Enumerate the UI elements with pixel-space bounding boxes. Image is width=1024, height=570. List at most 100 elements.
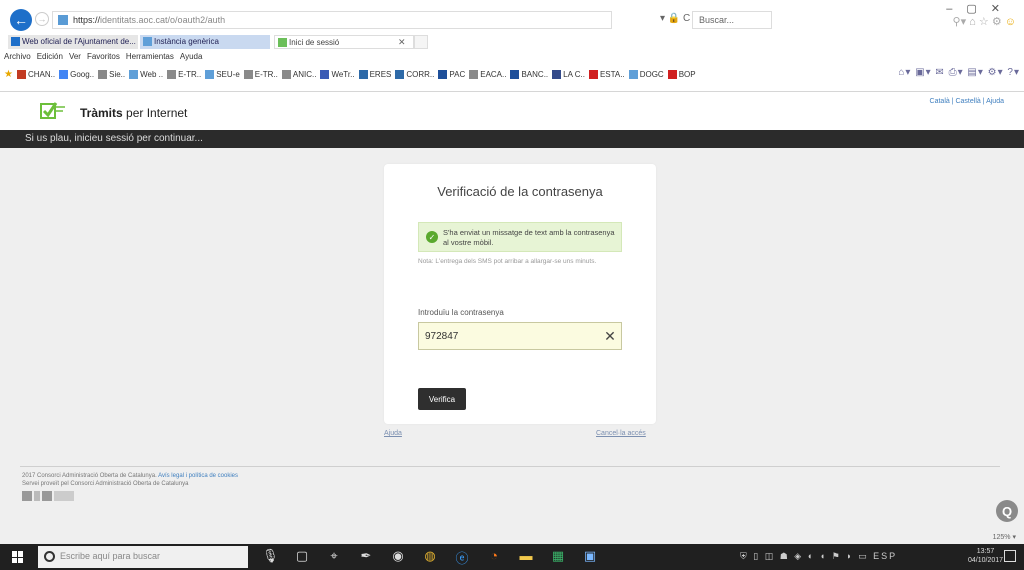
file-explorer-icon[interactable]: ▬ — [518, 548, 534, 567]
favorite-item[interactable]: Goog.. — [59, 69, 94, 79]
close-window-icon[interactable]: ✕ — [991, 3, 1014, 15]
language-links[interactable]: Català | Castellà | Ajuda — [930, 98, 1004, 105]
pin-icon[interactable]: ⌖ — [326, 548, 342, 567]
address-bar[interactable]: https://identitats.aoc.cat/o/oauth2/auth — [52, 11, 612, 29]
internet-explorer-icon[interactable]: ⓔ — [454, 548, 470, 567]
excel-icon[interactable]: ▦ — [550, 548, 566, 567]
minimize-icon[interactable]: – — [946, 3, 966, 15]
browser-search-input[interactable]: Buscar... — [692, 11, 772, 29]
tab-inici-sessio[interactable]: Inici de sessió — [274, 35, 414, 49]
favorite-item[interactable]: SEU-e — [205, 69, 240, 79]
favorite-item[interactable]: ANIC.. — [281, 69, 317, 79]
favorite-item[interactable]: CORR.. — [395, 69, 435, 79]
taskbar-search-input[interactable]: Escribe aquí para buscar — [38, 546, 248, 568]
feather-icon[interactable]: ✒ — [358, 548, 374, 567]
sms-sent-alert: ✓ S'ha enviat un missatge de text amb la… — [418, 222, 622, 252]
tab-row: Web oficial de l'Ajuntament de... Instàn… — [0, 34, 1024, 50]
card-title: Verificació de la contrasenya — [437, 184, 603, 199]
aoc-logo-icon — [22, 491, 32, 501]
menu-favoritos[interactable]: Favoritos — [87, 52, 120, 61]
tab-instancia[interactable]: Instància genèrica — [140, 35, 270, 49]
favorite-favicon-icon — [16, 69, 26, 79]
favorite-item[interactable]: LA C.. — [552, 69, 585, 79]
zoom-level[interactable]: 125% ▾ — [993, 533, 1016, 541]
smiley-icon[interactable]: ☺ — [1005, 16, 1016, 28]
tab-ajuntament[interactable]: Web oficial de l'Ajuntament de... — [8, 35, 138, 49]
tab-favicon-icon — [278, 38, 287, 47]
favorite-label: ERES — [369, 69, 392, 79]
favorite-item[interactable]: E-TR.. — [243, 69, 278, 79]
new-tab-button[interactable] — [414, 35, 428, 49]
notification-center-icon[interactable] — [1004, 550, 1016, 562]
favorite-item[interactable]: E-TR.. — [167, 69, 202, 79]
app-icon[interactable]: ◉ — [390, 548, 406, 567]
favorite-label: CORR.. — [406, 69, 435, 79]
menu-archivo[interactable]: Archivo — [4, 52, 31, 61]
favorite-label: CHAN.. — [27, 69, 56, 79]
favorite-favicon-icon — [205, 69, 215, 79]
favorite-item[interactable]: CHAN.. — [16, 69, 56, 79]
favorite-item[interactable]: Sie.. — [98, 69, 125, 79]
back-arrow-icon[interactable]: ← — [10, 9, 32, 31]
favorite-item[interactable]: BANC.. — [510, 69, 548, 79]
menu-bar: Archivo Edición Ver Favoritos Herramient… — [4, 52, 202, 61]
favorite-favicon-icon — [320, 69, 330, 79]
maximize-icon[interactable]: ▢ — [966, 3, 990, 15]
chrome-icon[interactable]: ◍ — [422, 548, 438, 567]
tab-close-icon[interactable]: ✕ — [398, 37, 406, 48]
firefox-icon[interactable]: ◔ — [486, 548, 502, 567]
menu-ver[interactable]: Ver — [69, 52, 81, 61]
favorite-favicon-icon — [59, 69, 69, 79]
separator-logo-icon — [34, 491, 40, 501]
store-icon[interactable]: ▣ — [582, 548, 598, 567]
cancel-access-link[interactable]: Cancel·la accés — [596, 430, 646, 437]
browser-chrome: ← → https://identitats.aoc.cat/o/oauth2/… — [0, 0, 1024, 92]
microphone-icon[interactable]: 🎙 — [262, 548, 279, 567]
help-link[interactable]: Ajuda — [384, 430, 402, 437]
legal-link[interactable]: Avís legal i política de cookies — [158, 473, 238, 479]
windows-start-icon[interactable] — [12, 551, 24, 563]
window-controls[interactable]: –▢✕ — [946, 2, 1014, 15]
favorite-label: E-TR.. — [178, 69, 202, 79]
gear-icon[interactable]: ⚙ — [992, 16, 1002, 28]
tab-favicon-icon — [11, 37, 20, 46]
tab-label: Instància genèrica — [154, 37, 219, 46]
favorites-bar: ★ CHAN.. Goog.. Sie.. Web .. E-TR.. SEU-e E-TR… — [0, 62, 1024, 86]
taskbar-search-placeholder: Escribe aquí para buscar — [60, 551, 161, 561]
help-bubble-icon[interactable]: Q — [996, 500, 1018, 522]
address-controls[interactable]: ▾ 🔒 C — [660, 13, 690, 24]
menu-herramientas[interactable]: Herramientas — [126, 52, 174, 61]
favorite-item[interactable]: Web .. — [129, 69, 164, 79]
taskbar-clock[interactable]: 13:57 04/10/2017 — [968, 547, 1003, 565]
home-icon[interactable]: ⌂ — [969, 16, 976, 28]
forward-arrow-icon[interactable]: → — [35, 12, 49, 26]
favorite-item[interactable]: EACA.. — [469, 69, 506, 79]
favorite-item[interactable]: WeTr.. — [320, 69, 355, 79]
task-view-icon[interactable]: ▢ — [294, 548, 310, 567]
star-icon[interactable]: ☆ — [979, 16, 989, 28]
favorite-item[interactable]: DOGC — [628, 69, 664, 79]
clear-icon[interactable]: ✕ — [599, 328, 621, 345]
toolbar-right-icons[interactable]: ⚲▾ ⌂ ☆ ⚙ ☺ — [953, 15, 1016, 28]
command-bar-icons[interactable]: ⌂▾ ▣▾ ✉ ⎙▾ ▤▾ ⚙▾ ?▾ — [898, 67, 1020, 78]
favorite-label: ESTA.. — [599, 69, 625, 79]
favorite-label: Web .. — [140, 69, 164, 79]
menu-ayuda[interactable]: Ayuda — [180, 52, 203, 61]
favorite-item[interactable]: ERES — [358, 69, 392, 79]
password-input[interactable] — [419, 330, 599, 342]
favorites-star-icon[interactable]: ★ — [4, 69, 13, 80]
search-icon[interactable]: ⚲▾ — [953, 16, 967, 28]
favorite-favicon-icon — [98, 69, 108, 79]
check-circle-icon: ✓ — [426, 231, 438, 243]
system-tray[interactable]: ⛨ ▯ ◫ ☗ ◈ ◐ ◖ ⚑ ◗ ▭ ESP — [740, 551, 897, 562]
footer-text: 2017 Consorci Administració Oberta de Ca… — [22, 472, 238, 488]
footer-provider: Servei proveït pel Consorci Administraci… — [22, 481, 189, 487]
menu-edicion[interactable]: Edición — [37, 52, 63, 61]
favorite-item[interactable]: BOP — [667, 69, 696, 79]
verify-button[interactable]: Verifica — [418, 388, 466, 410]
tab-label: Inici de sessió — [289, 38, 340, 47]
favorite-label: ANIC.. — [292, 69, 317, 79]
language-indicator[interactable]: ESP — [873, 551, 897, 561]
favorite-item[interactable]: PAC — [438, 69, 465, 79]
favorite-item[interactable]: ESTA.. — [588, 69, 625, 79]
